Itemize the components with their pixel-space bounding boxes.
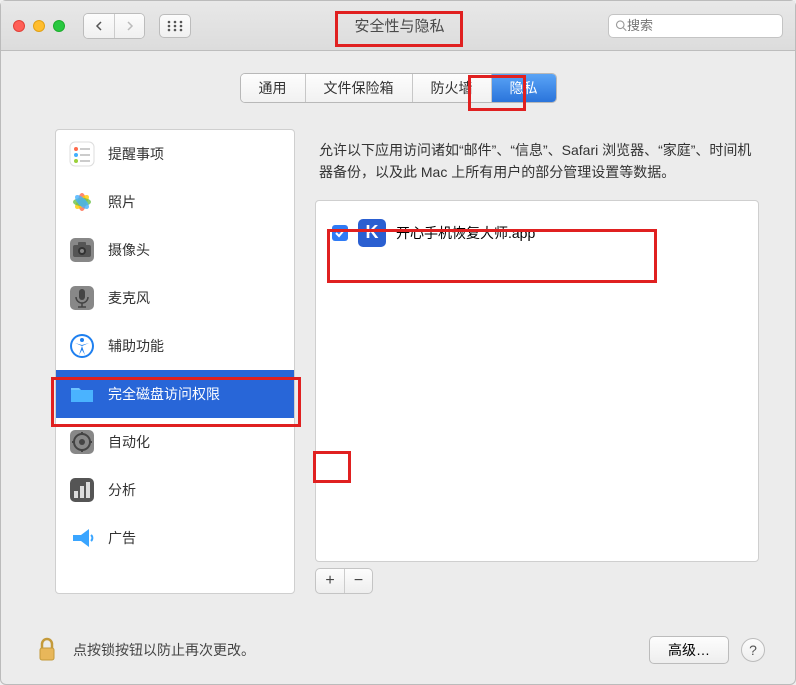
privacy-category-sidebar[interactable]: 提醒事项 照片 摄像头 麦克风	[55, 129, 295, 594]
app-icon: K	[358, 219, 386, 247]
tab-firewall[interactable]: 防火墙	[412, 74, 491, 102]
photos-icon	[68, 188, 96, 216]
analytics-icon	[68, 476, 96, 504]
sidebar-item-label: 摄像头	[108, 240, 150, 260]
add-button[interactable]: +	[316, 569, 344, 593]
minimize-window-button[interactable]	[33, 20, 45, 32]
sidebar-item-photos[interactable]: 照片	[56, 178, 294, 226]
automation-icon	[68, 428, 96, 456]
sidebar-item-label: 自动化	[108, 432, 150, 452]
help-button[interactable]: ?	[741, 638, 765, 662]
sidebar-item-analytics[interactable]: 分析	[56, 466, 294, 514]
camera-icon	[68, 236, 96, 264]
description-text: 允许以下应用访问诸如“邮件”、“信息”、Safari 浏览器、“家庭”、时间机器…	[315, 129, 759, 200]
tab-filevault[interactable]: 文件保险箱	[305, 74, 412, 102]
traffic-lights	[13, 20, 65, 32]
sidebar-item-reminders[interactable]: 提醒事项	[56, 130, 294, 178]
show-all-button[interactable]	[159, 14, 191, 38]
preferences-window: 安全性与隐私 通用 文件保险箱 防火墙 隐私 提醒事项	[0, 0, 796, 685]
app-checkbox[interactable]	[332, 225, 348, 241]
footer: 点按锁按钮以防止再次更改。 高级… ?	[33, 636, 765, 664]
back-button[interactable]	[84, 14, 114, 38]
app-row[interactable]: K 开心手机恢复大师.app	[328, 213, 746, 253]
sidebar-item-advertising[interactable]: 广告	[56, 514, 294, 562]
folder-icon	[68, 380, 96, 408]
sidebar-item-automation[interactable]: 自动化	[56, 418, 294, 466]
add-remove-group: + −	[315, 568, 373, 594]
nav-back-forward	[83, 13, 145, 39]
check-icon	[334, 227, 346, 239]
search-input[interactable]	[627, 18, 776, 33]
search-icon	[615, 19, 627, 32]
sidebar-item-label: 分析	[108, 480, 136, 500]
tab-general[interactable]: 通用	[241, 74, 305, 102]
close-window-button[interactable]	[13, 20, 25, 32]
content-area: 提醒事项 照片 摄像头 麦克风	[55, 129, 759, 594]
sidebar-item-label: 广告	[108, 528, 136, 548]
accessibility-icon	[68, 332, 96, 360]
sidebar-item-label: 照片	[108, 192, 136, 212]
window-title: 安全性与隐私	[199, 15, 600, 36]
sidebar-item-label: 辅助功能	[108, 336, 164, 356]
sidebar-item-label: 麦克风	[108, 288, 150, 308]
microphone-icon	[68, 284, 96, 312]
forward-button[interactable]	[114, 14, 144, 38]
tabs-row: 通用 文件保险箱 防火墙 隐私	[1, 51, 795, 119]
zoom-window-button[interactable]	[53, 20, 65, 32]
lock-icon[interactable]	[33, 636, 61, 664]
app-name: 开心手机恢复大师.app	[396, 223, 535, 243]
segmented-tabs: 通用 文件保险箱 防火墙 隐私	[240, 73, 557, 103]
right-panel: 允许以下应用访问诸如“邮件”、“信息”、Safari 浏览器、“家庭”、时间机器…	[315, 129, 759, 594]
sidebar-item-microphone[interactable]: 麦克风	[56, 274, 294, 322]
remove-button[interactable]: −	[344, 569, 372, 593]
reminders-icon	[68, 140, 96, 168]
tab-privacy[interactable]: 隐私	[491, 74, 556, 102]
lock-text: 点按锁按钮以防止再次更改。	[73, 640, 637, 660]
advanced-button[interactable]: 高级…	[649, 636, 729, 664]
titlebar: 安全性与隐私	[1, 1, 795, 51]
sidebar-item-label: 提醒事项	[108, 144, 164, 164]
sidebar-item-camera[interactable]: 摄像头	[56, 226, 294, 274]
search-field-wrap[interactable]	[608, 14, 783, 38]
sidebar-item-label: 完全磁盘访问权限	[108, 384, 220, 404]
sidebar-item-accessibility[interactable]: 辅助功能	[56, 322, 294, 370]
advertising-icon	[68, 524, 96, 552]
sidebar-item-full-disk-access[interactable]: 完全磁盘访问权限	[56, 370, 294, 418]
app-list: K 开心手机恢复大师.app	[315, 200, 759, 562]
